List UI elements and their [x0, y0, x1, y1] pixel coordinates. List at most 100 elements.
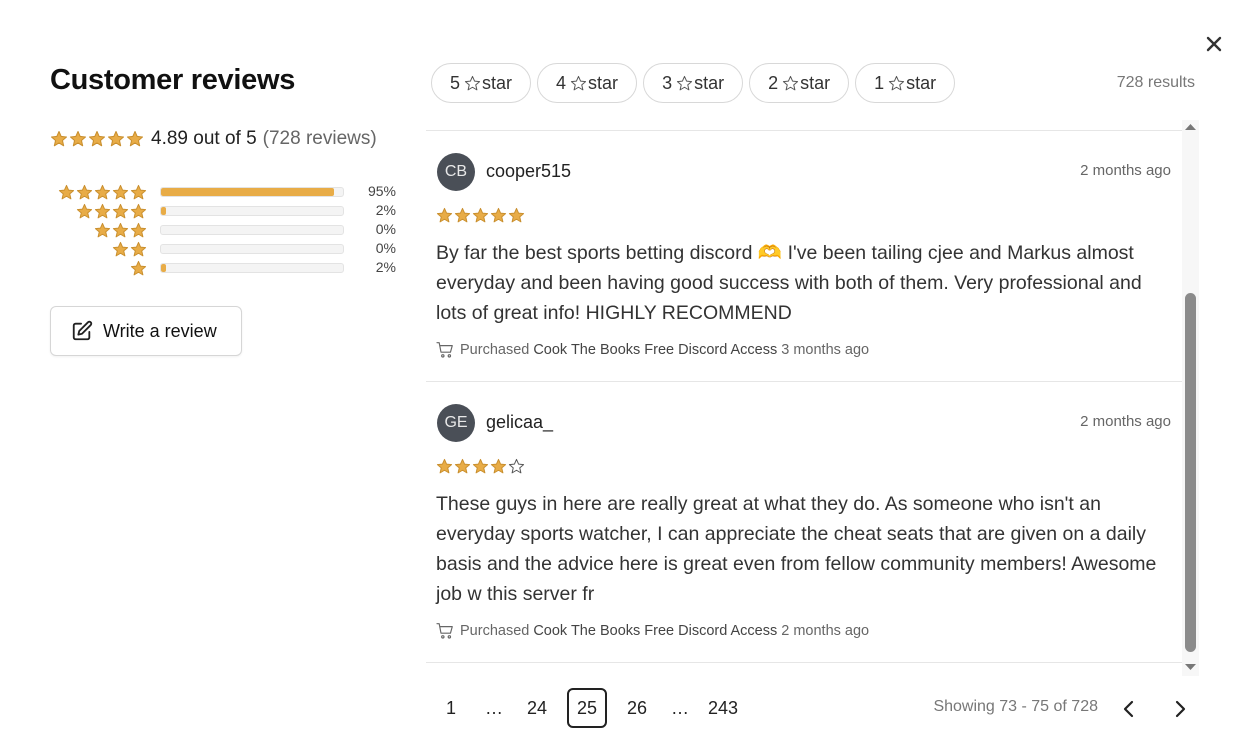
star-empty-icon — [508, 458, 525, 474]
star-outline-icon — [676, 75, 693, 90]
distribution-stars — [58, 184, 148, 201]
distribution-bar-fill — [161, 264, 166, 272]
filter-5-star[interactable]: 5 star — [431, 63, 532, 103]
star-filled-icon — [130, 184, 147, 200]
page-button[interactable]: 1 — [431, 688, 471, 728]
star-filled-icon — [112, 203, 129, 219]
filter-label: star — [906, 72, 937, 93]
edit-icon — [72, 320, 93, 341]
write-review-label: Write a review — [103, 320, 217, 341]
star-filled-icon — [490, 458, 507, 474]
distribution-row-4: 2% — [50, 201, 400, 220]
star-outline-icon — [783, 75, 799, 90]
star-filled-icon — [126, 130, 144, 147]
page-button[interactable]: 24 — [517, 688, 557, 728]
star-filled-icon — [436, 458, 453, 474]
star-filled-icon — [94, 184, 111, 200]
star-filled-icon — [94, 203, 111, 219]
filter-label: star — [482, 72, 513, 93]
star-outline-icon — [464, 75, 481, 90]
filter-2-star[interactable]: 2 star — [749, 63, 850, 103]
results-count: 728 results — [1116, 74, 1195, 91]
avatar: CB — [437, 153, 475, 191]
avatar: GE — [437, 404, 475, 442]
page-button[interactable]: 243 — [703, 688, 743, 728]
purchased-product: Cook The Books Free Discord Access — [533, 342, 778, 358]
summary-stars — [50, 130, 145, 148]
filter-3-star[interactable]: 3 star — [643, 63, 744, 103]
star-filled-icon — [107, 130, 125, 147]
next-page-icon[interactable] — [1168, 697, 1192, 721]
purchase-info: Purchased Cook The Books Free Discord Ac… — [436, 623, 869, 639]
distribution-bar-fill — [161, 188, 334, 196]
star-filled-icon — [130, 222, 147, 238]
reviewer-name: cooper515 — [486, 161, 572, 181]
scroll-down-arrow-icon[interactable] — [1184, 662, 1197, 672]
purchased-product: Cook The Books Free Discord Access — [533, 623, 778, 639]
distribution-stars — [112, 241, 148, 258]
prev-page-icon[interactable] — [1117, 697, 1141, 721]
star-filled-icon — [472, 207, 489, 223]
rating-distribution: 95% 2% 0% 0% 2% — [50, 182, 400, 277]
star-outline-icon — [570, 75, 587, 90]
purchased-when: 2 months ago — [781, 623, 870, 639]
filter-1-star[interactable]: 1 star — [855, 63, 956, 103]
scroll-up-arrow-icon[interactable] — [1184, 122, 1197, 132]
distribution-percent: 2% — [375, 259, 396, 275]
distribution-percent: 2% — [375, 202, 396, 218]
review-scrollbar[interactable] — [1182, 120, 1199, 676]
distribution-row-3: 0% — [50, 220, 400, 239]
distribution-row-1: 2% — [50, 258, 400, 277]
star-filled-icon — [58, 184, 75, 200]
filter-number: 5 — [450, 72, 461, 93]
review-text: By far the best sports betting discord 🫶… — [436, 242, 1142, 324]
star-filled-icon — [130, 260, 147, 276]
reviewer-name: gelicaa_ — [486, 412, 554, 432]
star-filled-icon — [454, 207, 471, 223]
pagination: 1 … 24 25 26 … 243 — [431, 688, 753, 728]
filter-label: star — [694, 72, 725, 93]
pagination-ellipsis: … — [671, 697, 689, 718]
page-button[interactable]: 26 — [617, 688, 657, 728]
distribution-bar-fill — [161, 207, 166, 215]
rating-score: 4.89 out of 5 — [151, 128, 257, 149]
star-outline-icon — [889, 75, 905, 90]
review-stars — [436, 207, 526, 224]
star-filled-icon — [508, 207, 525, 223]
review-stars — [436, 458, 526, 475]
star-filled-icon — [69, 130, 87, 147]
write-review-button[interactable]: Write a review — [50, 306, 242, 356]
filter-number: 3 — [662, 72, 673, 93]
review-list[interactable]: CB cooper515 2 months ago By far the bes… — [426, 130, 1182, 663]
star-filled-icon — [112, 241, 129, 257]
review-item: GE gelicaa_ 2 months ago These guys in h… — [426, 382, 1182, 662]
star-filled-icon — [88, 130, 106, 147]
filter-label: star — [588, 72, 619, 93]
filter-number: 1 — [874, 72, 885, 93]
scroll-thumb[interactable] — [1185, 293, 1196, 652]
purchased-label: Purchased — [460, 342, 530, 358]
distribution-stars — [130, 260, 148, 277]
cart-icon — [436, 342, 453, 358]
distribution-bar — [160, 244, 344, 254]
filter-label: star — [800, 72, 831, 93]
star-filled-icon — [472, 458, 489, 474]
star-filled-icon — [490, 207, 507, 223]
star-filter-bar: 5 star 4 star 3 star 2 star 1 star — [431, 63, 956, 103]
distribution-row-2: 0% — [50, 239, 400, 258]
filter-4-star[interactable]: 4 star — [537, 63, 638, 103]
distribution-bar — [160, 206, 344, 216]
star-filled-icon — [112, 222, 129, 238]
close-icon[interactable] — [1204, 34, 1224, 54]
distribution-percent: 0% — [375, 221, 396, 237]
distribution-bar — [160, 263, 344, 273]
review-date: 2 months ago — [1080, 413, 1171, 430]
review-item: CB cooper515 2 months ago By far the bes… — [426, 131, 1182, 382]
page-button[interactable]: 25 — [567, 688, 607, 728]
distribution-bar — [160, 187, 344, 197]
star-filled-icon — [76, 184, 93, 200]
distribution-row-5: 95% — [50, 182, 400, 201]
rating-summary: 4.89 out of 5 (728 reviews) — [50, 128, 377, 150]
review-text: These guys in here are really great at w… — [436, 493, 1157, 605]
page-title: Customer reviews — [50, 64, 296, 96]
